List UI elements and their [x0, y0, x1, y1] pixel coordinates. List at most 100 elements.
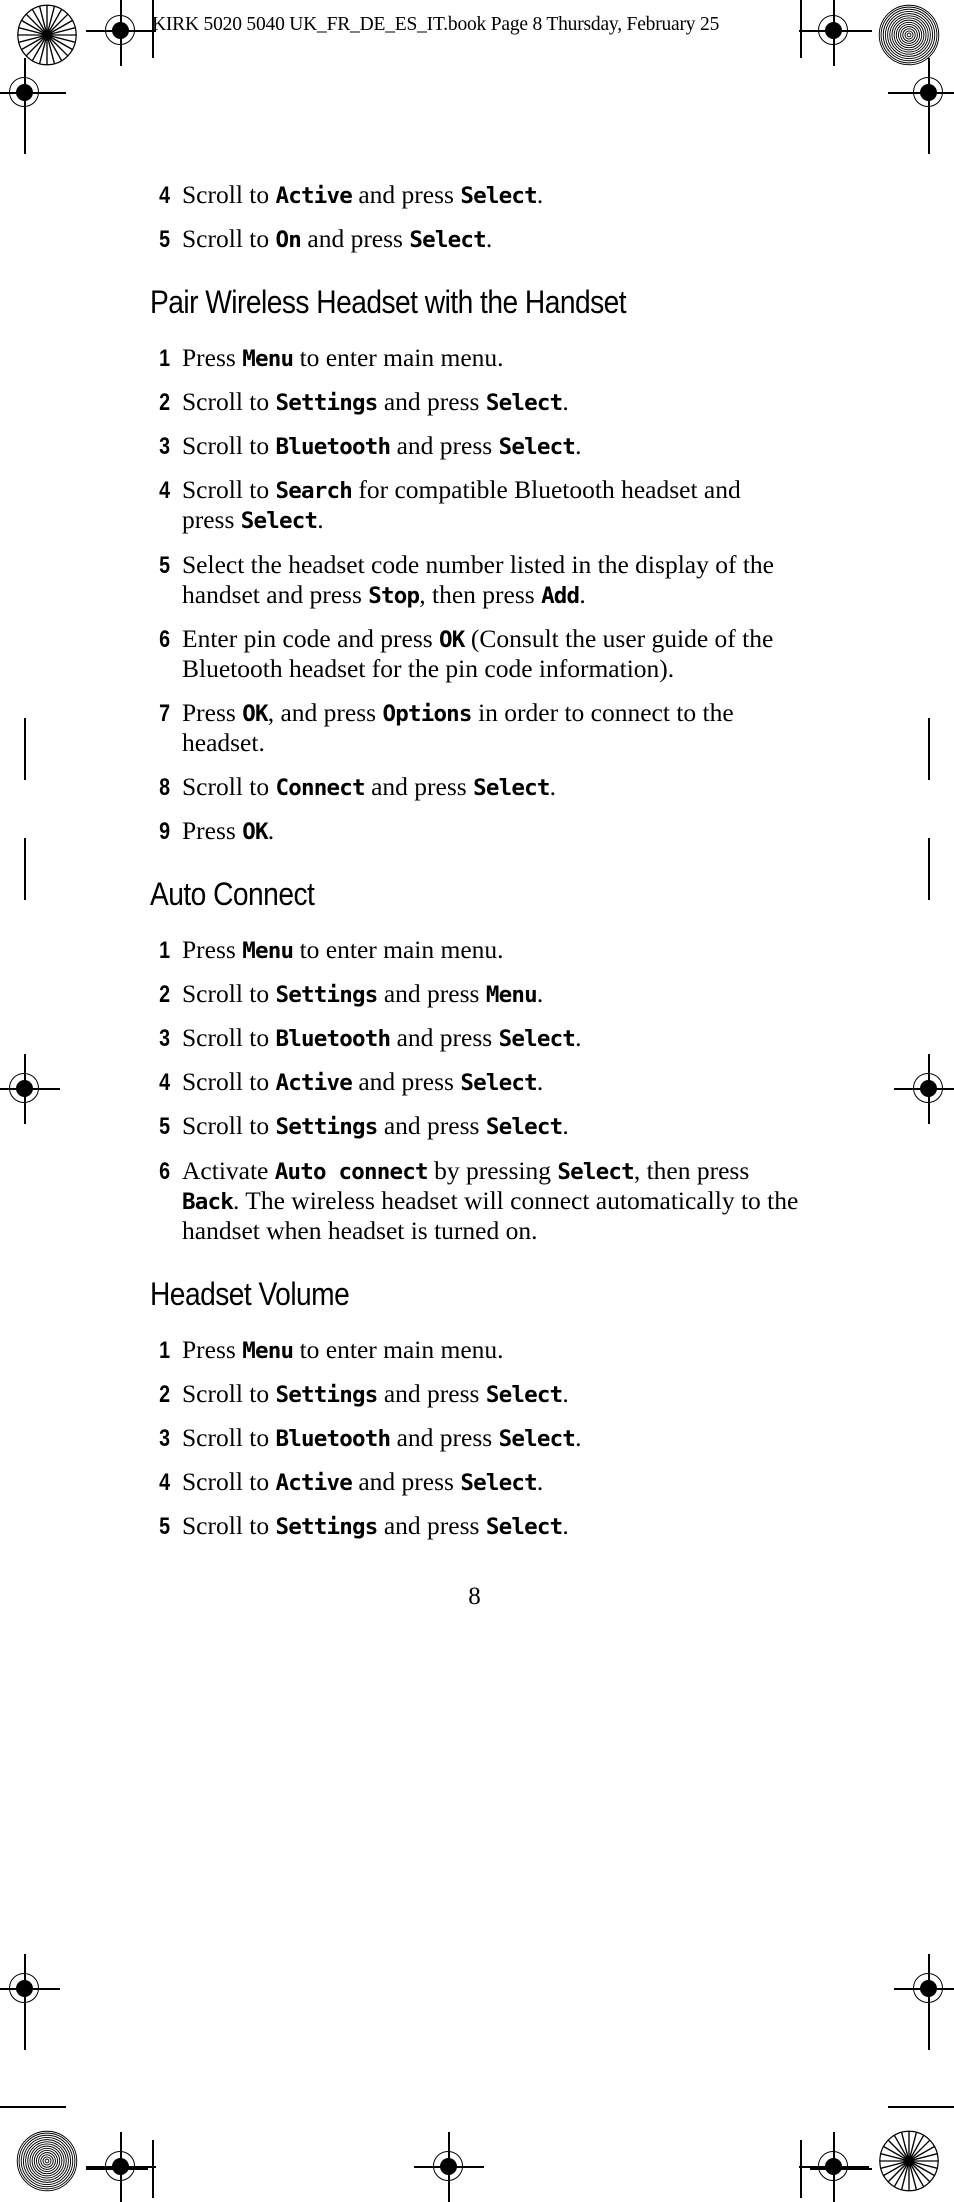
section-heading: Headset Volume: [150, 1275, 350, 1312]
step-text: Press Menu to enter main menu.: [182, 935, 504, 965]
step-text-run: .: [536, 180, 544, 209]
crop-rule-bottom-left: [0, 2106, 66, 2108]
step-number: 5: [159, 1513, 171, 1541]
step-text: Select the headset code number listed in…: [182, 550, 799, 610]
step-text-run: .: [549, 772, 556, 802]
step-item: 3 Scroll to Bluetooth and press Select.: [150, 431, 799, 461]
step-text: Press Menu to enter main menu.: [182, 343, 504, 373]
ui-term: OK: [439, 626, 465, 653]
step-text-run: and press: [390, 431, 499, 461]
step-number: 5: [159, 551, 171, 579]
step-text-run: Press: [182, 343, 243, 373]
step-text-run: Scroll to: [182, 387, 276, 417]
step-text-run: Press: [182, 935, 243, 965]
ui-term: Add: [541, 582, 580, 609]
step-text-run: .: [562, 1378, 569, 1408]
step-text: Scroll to Bluetooth and press Select.: [182, 431, 581, 461]
step-number: 2: [159, 1380, 171, 1408]
step-number: 1: [159, 345, 171, 373]
step-text-run: and press: [301, 224, 410, 254]
step-text-run: to enter main menu.: [293, 935, 504, 965]
step-text: Scroll to Active and press Select.: [182, 180, 543, 210]
step-text-run: Scroll to: [182, 224, 276, 254]
step-text-run: .: [579, 579, 586, 609]
step-number: 1: [159, 1336, 171, 1364]
step-text: Scroll to Settings and press Select.: [182, 1511, 569, 1541]
section-heading: Pair Wireless Headset with the Handset: [150, 284, 627, 321]
ui-term: Menu: [242, 346, 294, 373]
ui-term: Select: [485, 1514, 563, 1541]
step-number: 3: [159, 1025, 171, 1053]
step-item: 1 Press Menu to enter main menu.: [150, 935, 799, 965]
step-text: Enter pin code and press OK (Consult the…: [182, 624, 799, 684]
step-text: Scroll to Connect and press Select.: [182, 772, 556, 802]
step-item: 5 Scroll to Settings and press Select.: [150, 1111, 799, 1141]
step-text-run: .: [536, 1067, 544, 1097]
step-item: 1 Press Menu to enter main menu.: [150, 1335, 799, 1365]
ui-term: Select: [409, 227, 486, 254]
step-number: 6: [159, 1157, 171, 1185]
step-text-run: Scroll to: [182, 1378, 276, 1408]
step-text-run: .: [575, 1023, 582, 1053]
radial-star-target-icon: [879, 2130, 939, 2192]
step-item: 2 Scroll to Settings and press Menu.: [150, 979, 799, 1009]
page-number: 8: [468, 1583, 481, 1611]
ui-term: Active: [275, 1070, 353, 1097]
step-number: 2: [159, 981, 171, 1009]
step-text-run: and press: [390, 1023, 499, 1053]
crop-rule-bottom-right-v: [928, 1988, 930, 2050]
step-item: 2 Scroll to Settings and press Select.: [150, 387, 799, 417]
step-text-run: .: [562, 1511, 569, 1541]
step-text-run: Scroll to: [182, 475, 276, 505]
step-text-run: and press: [351, 1467, 461, 1497]
step-item: 7 Press OK, and press Options in order to…: [150, 698, 799, 758]
ui-term: Select: [460, 1470, 537, 1497]
step-text-run: to enter main menu.: [293, 1334, 504, 1364]
step-text-run: Scroll to: [182, 1467, 276, 1497]
step-text-run: Scroll to: [182, 1067, 276, 1097]
step-item: 5 Select the headset code number listed i…: [150, 550, 799, 610]
ui-term: Select: [498, 434, 576, 461]
step-item: 2 Scroll to Settings and press Select.: [150, 1379, 799, 1409]
step-text: Scroll to Bluetooth and press Select.: [182, 1423, 581, 1453]
ui-term: Bluetooth: [275, 1425, 392, 1452]
trim-rule-right-bottom: [800, 2140, 802, 2198]
ui-term: Settings: [275, 390, 379, 417]
registration-target-lower-left: [0, 1954, 60, 2024]
page-body: 4 Scroll to Active and press Select. 5 Scro…: [0, 0, 954, 1611]
ui-term: Select: [498, 1026, 576, 1053]
step-text-run: and press: [351, 180, 461, 209]
step-number: 3: [159, 433, 171, 461]
sections-container: 4 Scroll to Active and press Select. 5 Scro…: [150, 180, 799, 1541]
ui-term: Active: [275, 1470, 353, 1497]
ui-term: Settings: [275, 1381, 379, 1408]
instruction-section: Headset Volume 1 Press Menu to enter main …: [150, 1276, 799, 1541]
step-text-run: , then press: [419, 579, 542, 609]
step-number: 5: [159, 1113, 171, 1141]
step-text-run: and press: [390, 1422, 499, 1452]
step-number: 8: [159, 774, 171, 802]
registration-target-bottom-center-right: [799, 2132, 869, 2202]
step-text-run: and press: [364, 772, 474, 802]
step-item: 4 Scroll to Search for compatible Bluetoo…: [150, 475, 799, 535]
step-number: 3: [159, 1424, 171, 1452]
step-item: 3 Scroll to Bluetooth and press Select.: [150, 1023, 799, 1053]
ui-term: Settings: [275, 982, 379, 1009]
step-text-run: Scroll to: [182, 180, 276, 209]
registration-target-bottom-center: [414, 2132, 484, 2202]
step-number: 4: [159, 477, 171, 505]
instruction-section: Auto Connect 1 Press Menu to enter main me…: [150, 876, 799, 1246]
step-text: Press OK.: [182, 816, 274, 846]
step-text-run: .: [536, 1467, 544, 1497]
step-text-run: Scroll to: [182, 1111, 276, 1141]
ui-term: Select: [460, 183, 537, 209]
instruction-section: Pair Wireless Headset with the Handset 1 P…: [150, 284, 799, 846]
ui-term: Select: [460, 1070, 537, 1097]
ui-term: Stop: [368, 582, 420, 609]
step-text-run: .: [317, 505, 324, 535]
step-item: 5 Scroll to On and press Select.: [150, 224, 799, 254]
step-text-run: .: [575, 431, 582, 461]
crop-rule-bottom-left-v: [24, 1988, 26, 2050]
step-text-run: . The wireless headset will connect auto…: [182, 1185, 799, 1245]
step-item: 9 Press OK.: [150, 816, 799, 846]
